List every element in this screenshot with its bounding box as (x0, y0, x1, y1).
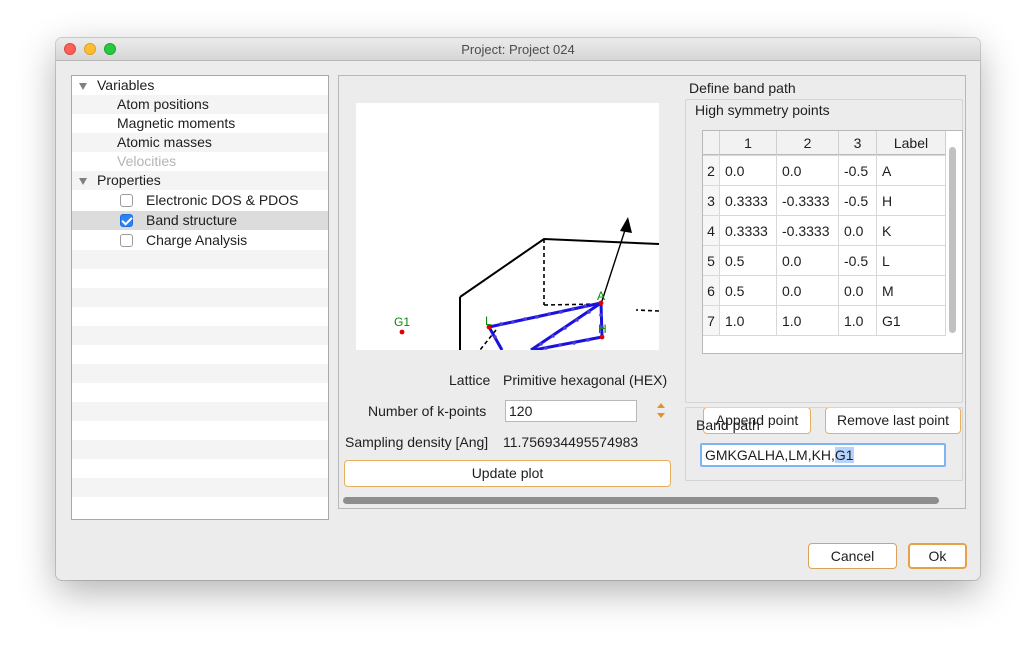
bz-edge (459, 237, 659, 298)
tree-item-charge-analysis[interactable]: Charge Analysis (72, 231, 328, 250)
point-a-label: A (597, 289, 605, 303)
update-plot-button[interactable]: Update plot (344, 460, 671, 487)
column-header-1[interactable]: 1 (720, 131, 777, 155)
table-cell[interactable]: G1 (877, 306, 946, 336)
tree-label: Band structure (146, 212, 238, 228)
tree-label: Velocities (117, 153, 177, 169)
table-cell[interactable]: H (877, 186, 946, 216)
tree-item-properties[interactable]: Properties (72, 171, 328, 190)
brillouin-zone-svg: G1 A L H (394, 217, 659, 350)
sampling-density-value: 11.756934495574983 (503, 434, 639, 450)
table-body: 10.00.00.0G20.00.0-0.5A30.3333-0.3333-0.… (703, 155, 962, 353)
band-path-label: Band path (696, 417, 760, 433)
table-cell[interactable]: 1.0 (720, 306, 777, 336)
expand-triangle-icon[interactable] (79, 83, 87, 90)
stepper-up-icon[interactable] (657, 403, 665, 408)
table-cell[interactable]: K (877, 216, 946, 246)
dos-checkbox[interactable] (120, 194, 133, 207)
expand-triangle-icon[interactable] (79, 178, 87, 185)
tree-label: Charge Analysis (146, 232, 248, 248)
ok-button[interactable]: Ok (908, 543, 967, 569)
table-cell[interactable]: 1.0 (839, 306, 877, 336)
band-path-text: GMKGALHA,LM,KH, (705, 447, 835, 463)
band-path-lines (487, 301, 604, 350)
column-header-label[interactable]: Label (877, 131, 946, 155)
point-g1-label: G1 (394, 315, 410, 329)
tree-label: Properties (97, 172, 161, 188)
tree-item-velocities: Velocities (72, 152, 328, 171)
band-structure-panel: G1 A L H Lattice Primitive hexagonal (HE… (338, 75, 966, 509)
band-path-input[interactable]: GMKGALHA,LM,KH,G1 (700, 443, 946, 467)
table-cell[interactable]: 0.0 (839, 216, 877, 246)
table-cell[interactable]: A (877, 156, 946, 186)
stepper-down-icon[interactable] (657, 413, 665, 418)
tree-label: Atomic masses (117, 134, 212, 150)
window-title: Project: Project 024 (461, 42, 575, 57)
band-path-selected-text: G1 (834, 447, 854, 463)
tree-item-variables[interactable]: Variables (72, 76, 328, 95)
lattice-value: Primitive hexagonal (HEX) (503, 372, 668, 388)
table-cell[interactable]: -0.3333 (777, 216, 839, 246)
tree-item-magnetic-moments[interactable]: Magnetic moments (72, 114, 328, 133)
tree-label: Electronic DOS & PDOS (146, 192, 299, 208)
table-cell[interactable]: L (877, 246, 946, 276)
column-header-3[interactable]: 3 (839, 131, 877, 155)
table-cell[interactable]: 0.3333 (720, 186, 777, 216)
tree-label: Magnetic moments (117, 115, 236, 131)
project-dialog: Project: Project 024 Variables Atom posi… (56, 38, 980, 580)
tree-item-atomic-masses[interactable]: Atomic masses (72, 133, 328, 152)
table-row-number[interactable]: 2 (703, 156, 720, 186)
table-cell[interactable]: 0.0 (839, 276, 877, 306)
table-cell[interactable]: 0.0 (720, 156, 777, 186)
table-row-number[interactable]: 6 (703, 276, 720, 306)
table-cell[interactable]: 1.0 (777, 306, 839, 336)
table-corner-header (703, 131, 720, 155)
kpoints-label: Number of k-points (368, 403, 487, 419)
kpoints-stepper[interactable] (655, 401, 667, 421)
brillouin-zone-plot[interactable]: G1 A L H (356, 103, 659, 350)
table-vertical-scrollbar[interactable] (949, 147, 956, 333)
tree-label: Variables (97, 77, 155, 93)
define-band-path-title: Define band path (689, 80, 796, 96)
table-row-number[interactable]: 7 (703, 306, 720, 336)
table-cell[interactable]: -0.5 (839, 246, 877, 276)
variables-tree[interactable]: Variables Atom positions Magnetic moment… (71, 75, 329, 520)
table-cell[interactable]: 0.5 (720, 246, 777, 276)
point-l-label: L (485, 314, 492, 328)
title-bar: Project: Project 024 (56, 38, 980, 61)
high-symmetry-table[interactable]: 1 2 3 Label 10.00.00.0G20.00.0-0.5A30.33… (702, 130, 963, 354)
band-structure-checkbox[interactable] (120, 214, 133, 227)
table-cell[interactable]: 0.0 (777, 156, 839, 186)
tree-label: Atom positions (117, 96, 209, 112)
tree-item-electronic-dos[interactable]: Electronic DOS & PDOS (72, 191, 328, 210)
table-cell[interactable]: -0.5 (839, 156, 877, 186)
lattice-label: Lattice (449, 372, 491, 388)
table-cell[interactable]: -0.3333 (777, 186, 839, 216)
table-cell[interactable]: 0.0 (777, 246, 839, 276)
table-cell[interactable]: -0.5 (839, 186, 877, 216)
sampling-density-label: Sampling density [Ang] (345, 434, 489, 450)
bz-hidden-edge (635, 309, 659, 312)
cancel-button[interactable]: Cancel (808, 543, 897, 569)
panel-horizontal-scrollbar[interactable] (343, 497, 939, 504)
table-cell[interactable]: 0.5 (720, 276, 777, 306)
tree-item-band-structure[interactable]: Band structure (72, 211, 328, 230)
table-row-number[interactable]: 5 (703, 246, 720, 276)
charge-analysis-checkbox[interactable] (120, 234, 133, 247)
tree-item-atom-positions[interactable]: Atom positions (72, 95, 328, 114)
kpoints-input[interactable]: 120 (505, 400, 637, 422)
table-row-number[interactable]: 3 (703, 186, 720, 216)
arrow-head-icon (620, 217, 632, 233)
table-cell[interactable]: 0.0 (777, 276, 839, 306)
high-symmetry-title: High symmetry points (695, 102, 830, 118)
point-h-label: H (598, 322, 607, 336)
column-header-2[interactable]: 2 (777, 131, 839, 155)
table-cell[interactable]: 0.3333 (720, 216, 777, 246)
table-row-number[interactable]: 4 (703, 216, 720, 246)
table-cell[interactable]: M (877, 276, 946, 306)
point-g1-marker (399, 329, 405, 335)
